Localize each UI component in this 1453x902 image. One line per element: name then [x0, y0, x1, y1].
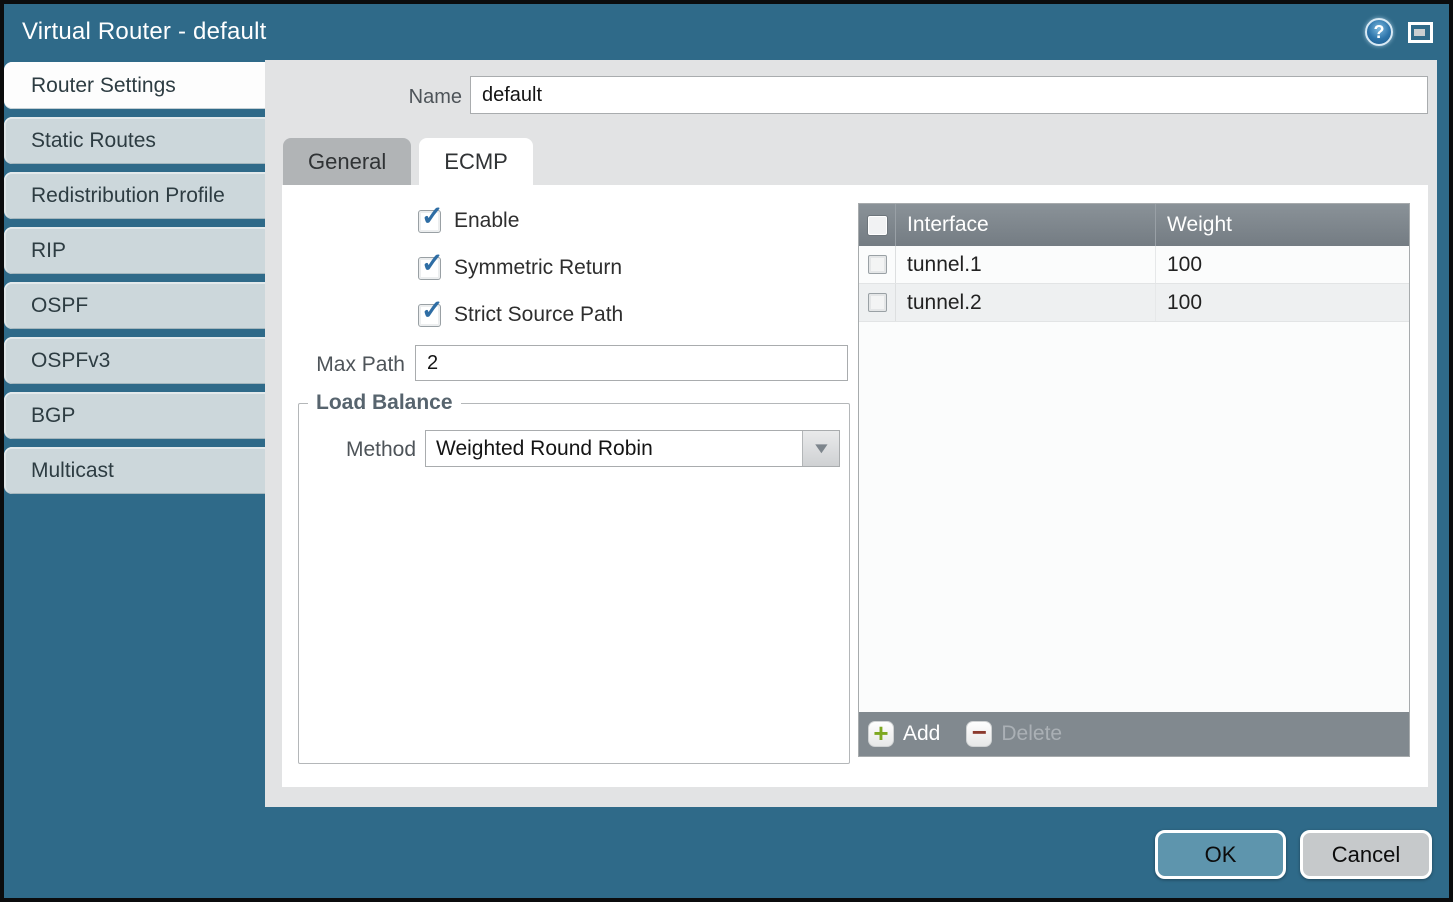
checkmark-icon: ✓: [421, 297, 444, 324]
sidebar-item-static-routes[interactable]: Static Routes: [4, 117, 265, 164]
sidebar: Router Settings Static Routes Redistribu…: [4, 62, 265, 502]
sidebar-item-label: Router Settings: [31, 74, 176, 98]
dialog-title: Virtual Router - default: [22, 18, 266, 46]
sidebar-item-redistribution-profile[interactable]: Redistribution Profile: [4, 172, 265, 219]
delete-icon: −: [972, 719, 987, 745]
cancel-button[interactable]: Cancel: [1300, 830, 1432, 879]
method-label: Method: [300, 438, 416, 462]
row-checkbox[interactable]: [868, 293, 887, 312]
max-path-label: Max Path: [282, 353, 405, 377]
enable-checkbox-row: ✓ Enable: [418, 209, 519, 233]
cell-interface: tunnel.2: [896, 284, 1156, 321]
sidebar-item-bgp[interactable]: BGP: [4, 392, 265, 439]
sidebar-item-rip[interactable]: RIP: [4, 227, 265, 274]
strict-source-path-label: Strict Source Path: [454, 303, 623, 327]
ok-button[interactable]: OK: [1155, 830, 1286, 879]
dropdown-arrow-button[interactable]: ▼: [802, 431, 839, 466]
table-row-tunnel1[interactable]: tunnel.1 100: [859, 246, 1409, 284]
sidebar-item-label: RIP: [31, 239, 66, 263]
tab-ecmp[interactable]: ECMP: [419, 138, 533, 185]
enable-checkbox[interactable]: ✓: [418, 210, 441, 233]
column-header-weight: Weight: [1156, 204, 1409, 246]
name-input[interactable]: [470, 76, 1428, 114]
window-restore-icon[interactable]: [1408, 22, 1433, 43]
sidebar-item-label: Redistribution Profile: [31, 184, 225, 208]
cell-interface: tunnel.1: [896, 246, 1156, 283]
virtual-router-dialog: Virtual Router - default ? Router Settin…: [0, 0, 1453, 902]
titlebar-icons: ?: [1365, 18, 1433, 46]
method-dropdown[interactable]: Weighted Round Robin ▼: [425, 430, 840, 467]
delete-icon-box: −: [966, 721, 992, 747]
symmetric-return-checkbox[interactable]: ✓: [418, 257, 441, 280]
sidebar-item-label: Static Routes: [31, 129, 156, 153]
delete-label: Delete: [1001, 722, 1062, 746]
titlebar: Virtual Router - default ?: [4, 4, 1449, 60]
table-footer-bar: + Add − Delete: [859, 712, 1409, 756]
sidebar-item-ospfv3[interactable]: OSPFv3: [4, 337, 265, 384]
row-checkbox[interactable]: [868, 255, 887, 274]
row-checkbox-cell: [859, 284, 896, 321]
sidebar-item-label: OSPFv3: [31, 349, 110, 373]
add-button[interactable]: + Add: [868, 721, 940, 747]
table-empty-area: [859, 322, 1409, 712]
table-header-row: Interface Weight: [859, 204, 1409, 246]
max-path-input[interactable]: [415, 345, 848, 381]
name-label: Name: [365, 86, 462, 109]
add-icon: +: [873, 720, 888, 746]
help-glyph: ?: [1374, 22, 1385, 43]
strict-source-path-checkbox[interactable]: ✓: [418, 304, 441, 327]
symmetric-return-checkbox-row: ✓ Symmetric Return: [418, 256, 622, 280]
delete-button[interactable]: − Delete: [966, 721, 1062, 747]
content-panel: Name General ECMP ✓ Enable ✓: [265, 60, 1437, 807]
load-balance-legend: Load Balance: [308, 391, 461, 415]
checkmark-icon: ✓: [421, 250, 444, 277]
sidebar-item-label: OSPF: [31, 294, 88, 318]
sidebar-item-router-settings[interactable]: Router Settings: [4, 62, 265, 109]
sidebar-item-label: BGP: [31, 404, 75, 428]
table-row-tunnel2[interactable]: tunnel.2 100: [859, 284, 1409, 322]
sidebar-item-multicast[interactable]: Multicast: [4, 447, 265, 494]
dialog-action-buttons: OK Cancel: [1155, 830, 1432, 879]
enable-label: Enable: [454, 209, 519, 233]
select-all-checkbox[interactable]: [868, 216, 887, 235]
chevron-down-icon: ▼: [811, 441, 832, 456]
add-icon-box: +: [868, 721, 894, 747]
sidebar-item-ospf[interactable]: OSPF: [4, 282, 265, 329]
tab-general[interactable]: General: [283, 138, 411, 185]
tab-bar: General ECMP: [283, 138, 533, 185]
ecmp-interface-table: Interface Weight tunnel.1 100: [858, 203, 1410, 757]
dialog-inner: Virtual Router - default ? Router Settin…: [4, 4, 1449, 898]
select-all-cell: [859, 204, 896, 246]
help-icon[interactable]: ?: [1365, 18, 1393, 46]
row-checkbox-cell: [859, 246, 896, 283]
add-label: Add: [903, 722, 940, 746]
method-value: Weighted Round Robin: [426, 431, 802, 466]
cell-weight: 100: [1156, 246, 1409, 283]
column-header-interface: Interface: [896, 204, 1156, 246]
strict-source-path-checkbox-row: ✓ Strict Source Path: [418, 303, 623, 327]
sidebar-item-label: Multicast: [31, 459, 114, 483]
cell-weight: 100: [1156, 284, 1409, 321]
checkmark-icon: ✓: [421, 203, 444, 230]
symmetric-return-label: Symmetric Return: [454, 256, 622, 280]
ecmp-tab-content: ✓ Enable ✓ Symmetric Return ✓ Strict Sou…: [282, 185, 1428, 787]
